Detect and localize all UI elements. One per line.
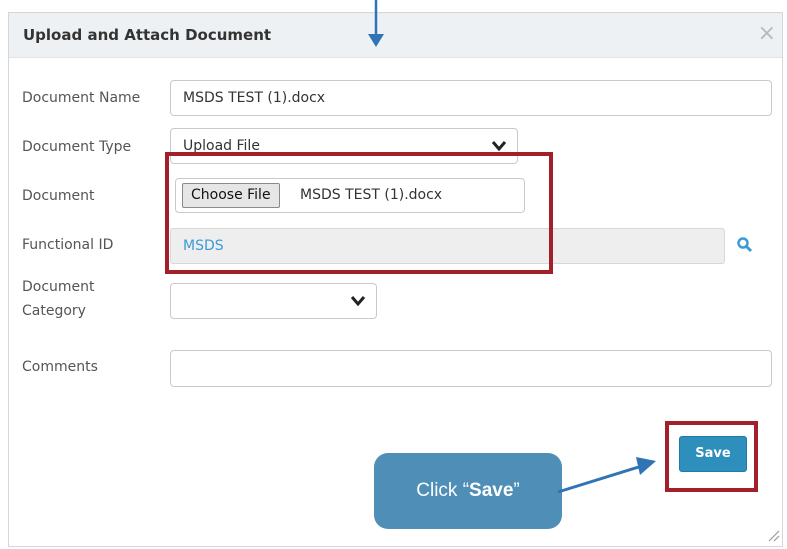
- search-icon[interactable]: [736, 236, 754, 254]
- document-type-label: Document Type: [22, 139, 132, 155]
- document-name-input[interactable]: MSDS TEST (1).docx: [170, 80, 772, 116]
- document-category-select[interactable]: [170, 283, 377, 319]
- callout-prefix: Click “: [416, 480, 470, 501]
- document-name-value: MSDS TEST (1).docx: [183, 90, 326, 106]
- dialog-title: Upload and Attach Document: [23, 26, 272, 44]
- highlight-box-document: [165, 152, 553, 274]
- functional-id-label: Functional ID: [22, 237, 114, 253]
- resize-handle-icon[interactable]: [766, 528, 780, 542]
- document-category-label-line1: Document: [22, 279, 95, 295]
- close-icon[interactable]: ×: [758, 23, 776, 45]
- callout-bold-text: Save: [469, 480, 514, 501]
- document-label: Document: [22, 188, 95, 204]
- chevron-down-icon: [350, 296, 366, 307]
- dialog-header: Upload and Attach Document ×: [9, 13, 782, 58]
- document-name-label: Document Name: [22, 90, 141, 106]
- document-category-label-line2: Category: [22, 303, 86, 319]
- click-save-callout: Click “Save”: [374, 453, 562, 529]
- comments-label: Comments: [22, 359, 98, 375]
- chevron-down-icon: [491, 141, 507, 152]
- save-button[interactable]: Save: [679, 436, 747, 472]
- comments-input[interactable]: [170, 350, 772, 387]
- callout-suffix: ”: [513, 480, 520, 501]
